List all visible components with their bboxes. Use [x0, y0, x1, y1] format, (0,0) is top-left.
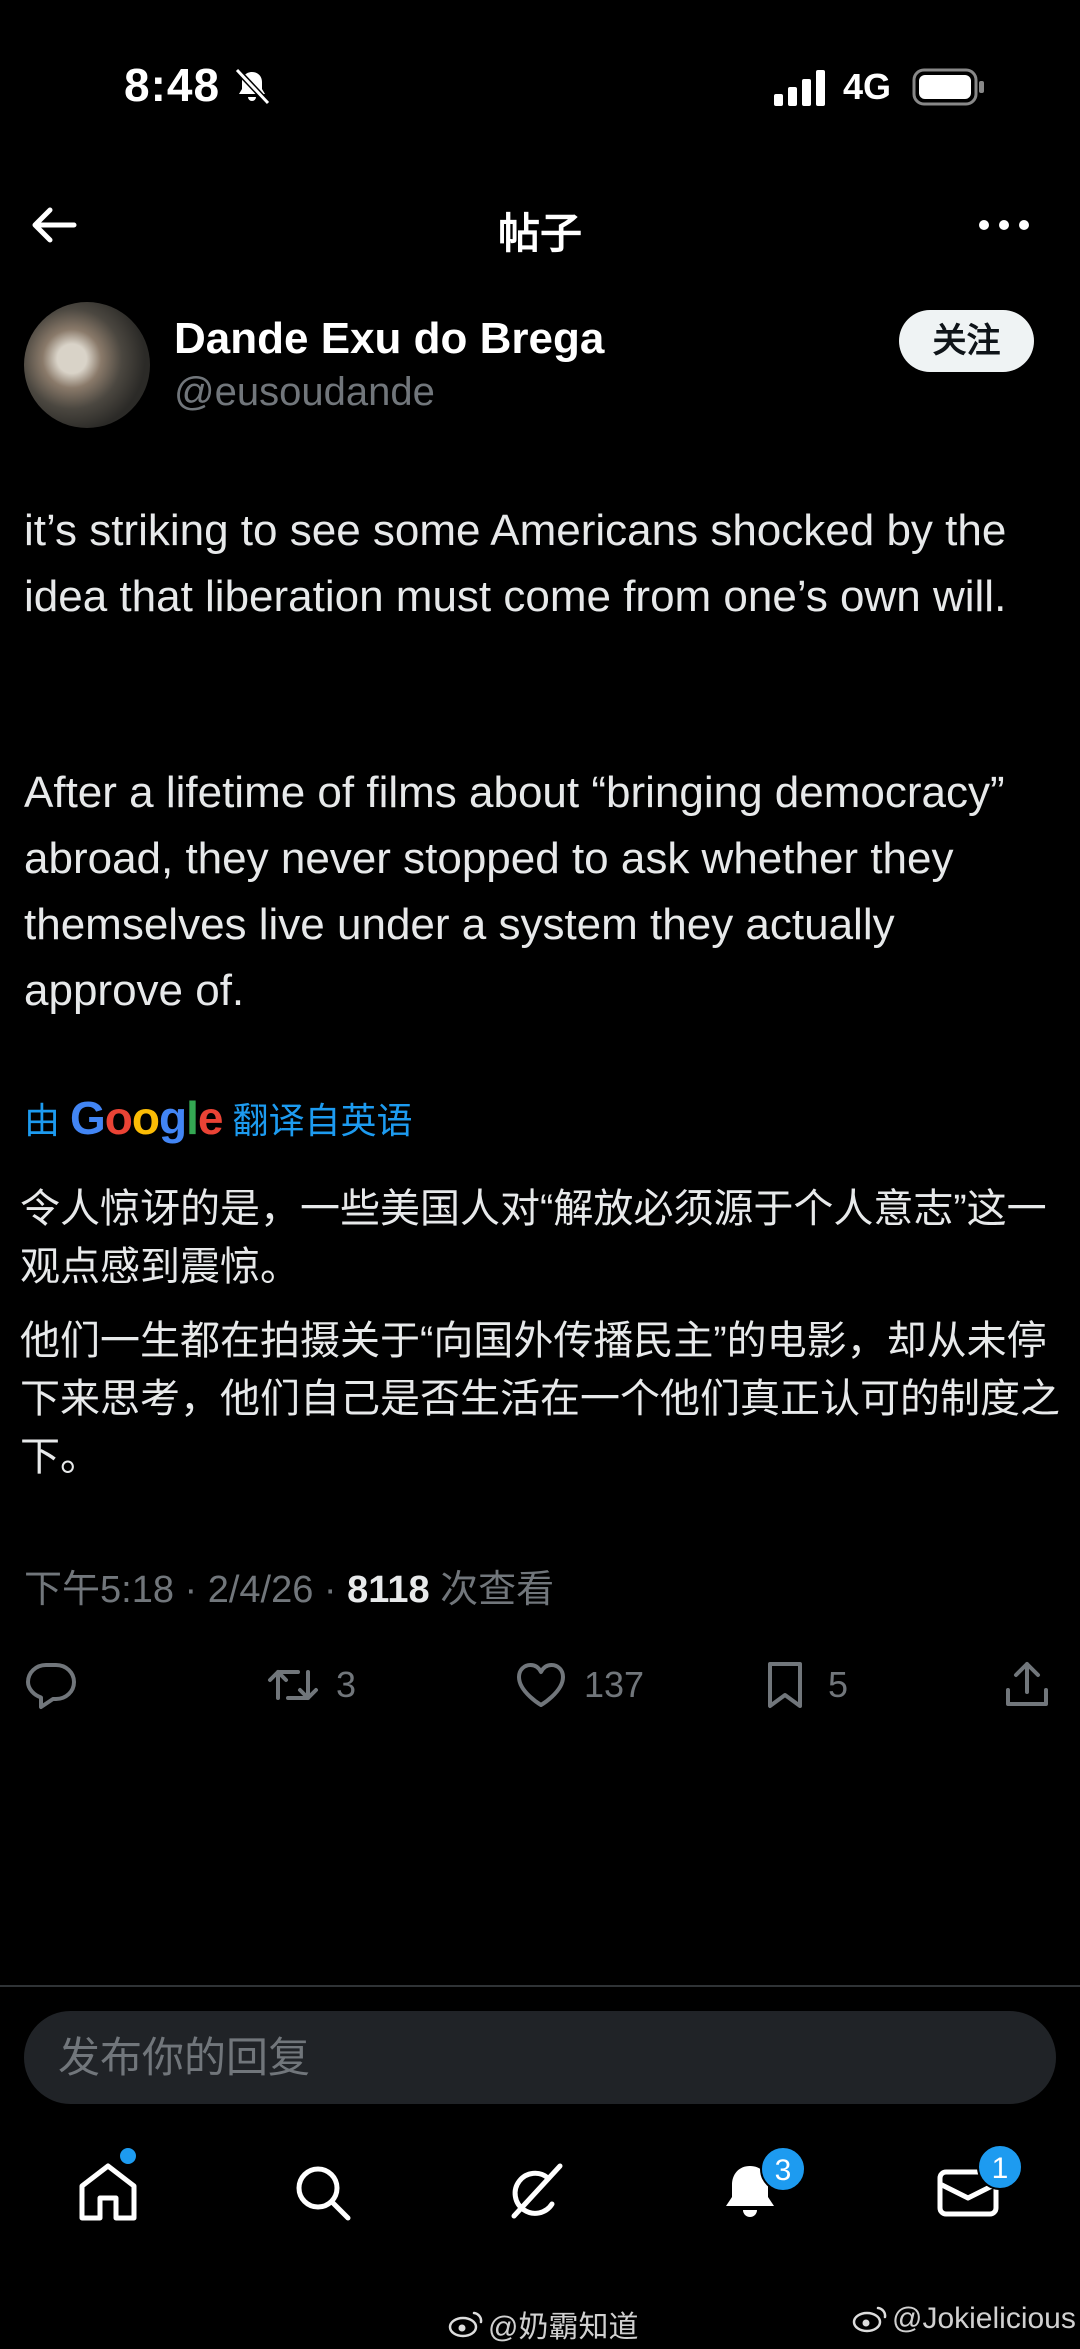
search-icon: [296, 2166, 351, 2221]
grok-icon: [511, 2163, 563, 2219]
signal-icon: [774, 70, 825, 106]
page-title: 帖子: [497, 210, 582, 257]
like-count: 137: [584, 1664, 645, 1705]
more-options-icon[interactable]: [976, 210, 1032, 240]
like-button[interactable]: 137: [514, 1655, 644, 1715]
share-button[interactable]: [1000, 1655, 1054, 1715]
avatar[interactable]: [24, 302, 150, 428]
watermark: @奶霸知道: [448, 2302, 638, 2346]
translated-paragraph: 他们一生都在拍摄关于“向国外传播民主”的电影，却从未停下来思考，他们自己是否生活…: [20, 1319, 1060, 1479]
author-handle[interactable]: @eusoudande: [174, 370, 435, 415]
nav-home[interactable]: [72, 2156, 144, 2228]
post-meta: 下午5:18 · 2/4/26 · 8118 次查看: [24, 1558, 554, 1613]
watermark-text: @Jokielicious: [892, 2302, 1076, 2335]
author-name[interactable]: Dande Exu do Brega: [174, 314, 604, 364]
weibo-icon: [448, 2311, 483, 2338]
share-icon: [1006, 1662, 1048, 1706]
watermark: @Jokielicious: [852, 2302, 1076, 2336]
retweet-button[interactable]: 3: [266, 1655, 356, 1715]
translation-prefix: 由: [24, 1100, 61, 1141]
translation-attribution[interactable]: 由 Google 翻译自英语: [24, 1090, 413, 1146]
nav-grok[interactable]: [500, 2156, 572, 2228]
translation-suffix: 翻译自英语: [232, 1100, 413, 1141]
network-type: 4G: [843, 66, 892, 107]
nav-search[interactable]: [286, 2156, 358, 2228]
status-time: 8:48: [124, 59, 221, 111]
heart-icon: [517, 1663, 565, 1707]
battery-icon: [912, 68, 984, 106]
post-paragraph: it’s striking to see some Americans shoc…: [24, 506, 1007, 621]
retweet-count: 3: [336, 1664, 357, 1705]
translated-paragraph: 令人惊讶的是，一些美国人对“解放必须源于个人意志”这一观点感到震惊。: [20, 1187, 1047, 1289]
views-count: 8118: [347, 1569, 430, 1611]
post-paragraph: After a lifetime of films about “bringin…: [24, 768, 1005, 1015]
bookmark-icon: [768, 1662, 802, 1708]
post-timestamp: 下午5:18 · 2/4/26 ·: [24, 1569, 337, 1611]
bookmark-button[interactable]: 5: [758, 1655, 848, 1715]
reply-button[interactable]: [24, 1655, 78, 1715]
home-icon: [79, 2163, 137, 2221]
messages-badge: 1: [977, 2144, 1023, 2190]
bell-muted-icon: [234, 67, 271, 106]
google-logo: Google: [70, 1092, 223, 1144]
bookmark-count: 5: [828, 1664, 849, 1705]
retweet-icon: [268, 1670, 318, 1700]
reply-icon: [26, 1663, 76, 1709]
follow-button[interactable]: 关注: [899, 310, 1034, 372]
views-label: 次查看: [440, 1569, 555, 1611]
watermark-text: @奶霸知道: [488, 2311, 639, 2344]
reply-input[interactable]: 发布你的回复: [24, 2011, 1056, 2104]
home-new-indicator: [120, 2148, 136, 2164]
notifications-badge: 3: [760, 2146, 806, 2192]
weibo-icon: [852, 2306, 887, 2333]
divider: [0, 1985, 1080, 1987]
